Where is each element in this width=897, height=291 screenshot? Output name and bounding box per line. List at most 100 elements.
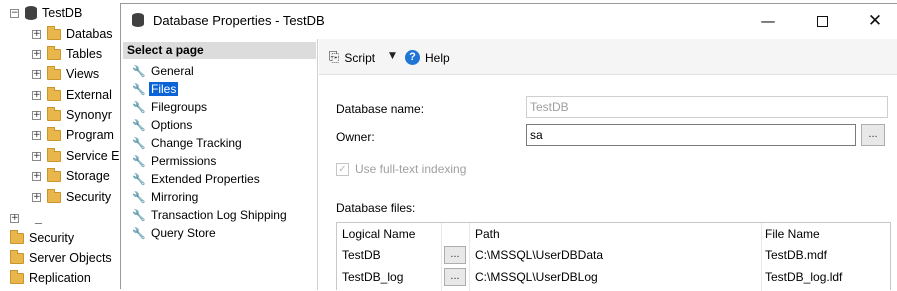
owner-field[interactable]: sa: [526, 124, 856, 146]
wrench-icon: 🔧: [132, 100, 146, 114]
page-label: Mirroring: [151, 190, 199, 204]
folder-icon: [47, 167, 61, 182]
tree-node-storage[interactable]: + Storage: [32, 166, 110, 186]
page-files[interactable]: 🔧 Files: [132, 80, 179, 98]
tree-node-synonyms[interactable]: + Synonyr: [32, 105, 112, 125]
tree-node-replication[interactable]: Replication: [10, 268, 91, 288]
tree-node-service-broker[interactable]: + Service E: [32, 146, 120, 166]
folder-icon: [10, 269, 24, 284]
wrench-icon: 🔧: [132, 226, 146, 240]
tree-node-label: Storage: [66, 169, 110, 183]
files-page-content: ⎘ Script ▼ ? Help Database name: TestDB …: [319, 39, 897, 291]
folder-icon: [10, 229, 24, 244]
wrench-icon: 🔧: [132, 64, 146, 78]
close-button[interactable]: ✕: [860, 8, 890, 34]
select-page-header: Select a page: [123, 42, 316, 59]
tree-node-tables[interactable]: + Tables: [32, 44, 102, 64]
tree-node-security[interactable]: Security: [10, 228, 74, 248]
column-header-path[interactable]: Path: [475, 227, 500, 241]
toolbar: ⎘ Script ▼ ? Help: [319, 39, 897, 75]
row-logical-name[interactable]: TestDB: [342, 248, 381, 262]
row-path[interactable]: C:\MSSQL\UserDBData: [475, 248, 603, 262]
row-path[interactable]: C:\MSSQL\UserDBLog: [475, 270, 598, 284]
page-filegroups[interactable]: 🔧 Filegroups: [132, 98, 209, 116]
path-browse-button[interactable]: ...: [444, 268, 466, 286]
help-label: Help: [425, 50, 450, 65]
tree-node-label: Databas: [66, 27, 113, 41]
expand-icon[interactable]: +: [32, 29, 41, 39]
page-transaction-log-shipping[interactable]: 🔧 Transaction Log Shipping: [132, 206, 289, 224]
page-change-tracking[interactable]: 🔧 Change Tracking: [132, 134, 244, 152]
folder-icon: [10, 249, 24, 264]
wrench-icon: 🔧: [132, 118, 146, 132]
column-divider: [469, 223, 470, 291]
database-icon: [25, 6, 37, 20]
tree-node-testdb[interactable]: − TestDB: [10, 3, 82, 23]
title-bar[interactable]: Database Properties - TestDB — ✕: [121, 4, 897, 37]
wrench-icon: 🔧: [132, 154, 146, 168]
folder-icon: [47, 65, 61, 80]
tree-node-label: Server Objects: [29, 251, 112, 265]
page-label: Transaction Log Shipping: [151, 208, 287, 222]
page-label: Change Tracking: [151, 136, 242, 150]
column-header-file-name[interactable]: File Name: [765, 227, 820, 241]
wrench-icon: 🔧: [132, 190, 146, 204]
column-divider: [441, 223, 442, 291]
tree-node-db-security[interactable]: + Security: [32, 187, 111, 207]
page-permissions[interactable]: 🔧 Permissions: [132, 152, 218, 170]
database-files-grid: Logical Name Path File Name TestDB ... C…: [336, 222, 891, 291]
folder-icon: [47, 45, 61, 60]
path-browse-button[interactable]: ...: [444, 246, 466, 264]
tree-node-label: Replication: [29, 271, 91, 285]
page-extended-properties[interactable]: 🔧 Extended Properties: [132, 170, 262, 188]
row-file-name[interactable]: TestDB.mdf: [765, 248, 827, 262]
page-mirroring[interactable]: 🔧 Mirroring: [132, 188, 200, 206]
collapse-icon[interactable]: −: [10, 8, 19, 18]
expand-icon[interactable]: +: [32, 151, 41, 161]
column-divider: [761, 223, 762, 291]
tree-node-database-diagrams[interactable]: + Databas: [32, 24, 113, 44]
expand-icon[interactable]: +: [32, 49, 41, 59]
database-icon: [132, 13, 144, 27]
tree-node-label: External: [66, 88, 112, 102]
folder-icon: [47, 86, 61, 101]
folder-icon: [47, 126, 61, 141]
tree-node-external-resources[interactable]: + External: [32, 85, 112, 105]
wrench-icon: 🔧: [132, 172, 146, 186]
expand-icon[interactable]: +: [32, 171, 41, 181]
expand-icon[interactable]: +: [32, 192, 41, 202]
page-options[interactable]: 🔧 Options: [132, 116, 194, 134]
column-header-logical-name[interactable]: Logical Name: [342, 227, 415, 241]
help-button[interactable]: ? Help: [405, 50, 450, 65]
checkbox-icon: ✓: [336, 162, 349, 176]
tree-node-views[interactable]: + Views: [32, 64, 99, 84]
row-logical-name[interactable]: TestDB_log: [342, 270, 403, 284]
tree-node-label: Security: [66, 190, 112, 204]
tree-node-programmability[interactable]: + Program: [32, 125, 114, 145]
page-query-store[interactable]: 🔧 Query Store: [132, 224, 218, 242]
fulltext-indexing-checkbox: ✓ Use full-text indexing: [336, 162, 466, 176]
owner-label: Owner:: [336, 130, 375, 144]
expand-icon[interactable]: +: [32, 130, 41, 140]
script-label: Script: [344, 50, 376, 65]
maximize-button[interactable]: [807, 8, 837, 34]
row-file-name[interactable]: TestDB_log.ldf: [765, 270, 842, 284]
script-button[interactable]: ⎘ Script: [329, 50, 375, 65]
page-general[interactable]: 🔧 General: [132, 62, 196, 80]
expand-icon[interactable]: +: [32, 90, 41, 100]
expand-icon[interactable]: +: [10, 213, 19, 223]
expand-icon[interactable]: +: [32, 69, 41, 79]
owner-browse-button[interactable]: ...: [861, 124, 885, 146]
page-label: Query Store: [151, 226, 216, 240]
expand-icon[interactable]: +: [32, 110, 41, 120]
dialog-title: Database Properties - TestDB: [153, 13, 325, 28]
script-dropdown-icon[interactable]: ▼: [389, 51, 396, 61]
fulltext-label: Use full-text indexing: [355, 162, 467, 176]
tree-node-server-objects[interactable]: Server Objects: [10, 248, 112, 268]
tree-node-collapsed[interactable]: + _: [10, 208, 42, 228]
wrench-icon: 🔧: [132, 82, 146, 96]
page-label: Permissions: [151, 154, 217, 168]
folder-icon: [47, 147, 61, 162]
database-name-label: Database name:: [336, 102, 425, 116]
minimize-button[interactable]: —: [753, 8, 783, 34]
